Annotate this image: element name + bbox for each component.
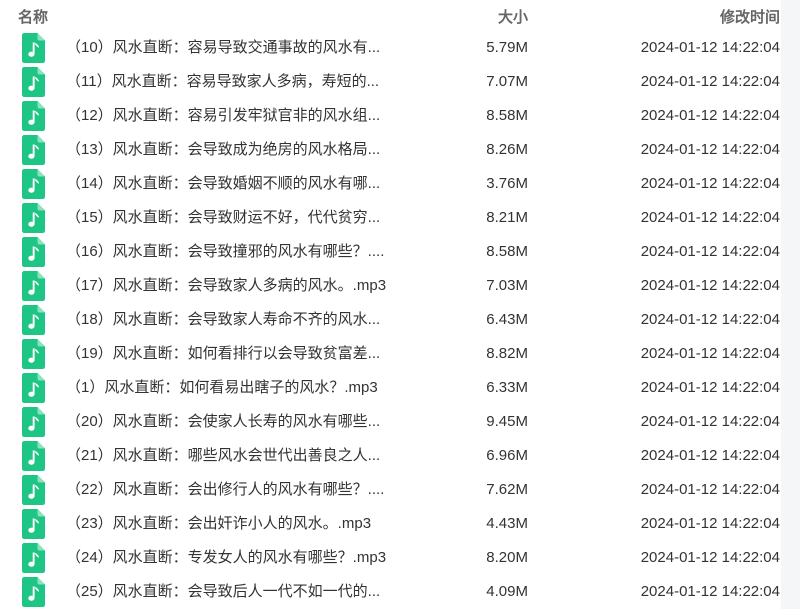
file-row[interactable]: （20）风水直断：会使家人长寿的风水有哪些... 9.45M 2024-01-1… <box>0 405 781 439</box>
file-name[interactable]: （12）风水直断：容易引发牢狱官非的风水组... <box>66 106 380 126</box>
file-size: 7.03M <box>486 277 528 294</box>
file-list-header: 名称 大小 修改时间 <box>0 0 781 31</box>
file-row[interactable]: （1）风水直断：如何看易出瞎子的风水？.mp3 6.33M 2024-01-12… <box>0 371 781 405</box>
file-list: （10）风水直断：容易导致交通事故的风水有... 5.79M 2024-01-1… <box>0 31 781 609</box>
file-name[interactable]: （18）风水直断：会导致家人寿命不齐的风水... <box>66 310 380 330</box>
file-row[interactable]: （12）风水直断：容易引发牢狱官非的风水组... 8.58M 2024-01-1… <box>0 99 781 133</box>
file-size: 8.58M <box>486 243 528 260</box>
file-modified-time: 2024-01-12 14:22:04 <box>640 549 780 566</box>
file-size: 8.20M <box>486 549 528 566</box>
file-modified-time: 2024-01-12 14:22:04 <box>640 481 780 498</box>
file-modified-time: 2024-01-12 14:22:04 <box>640 311 780 328</box>
file-name[interactable]: （16）风水直断：会导致撞邪的风水有哪些？.... <box>66 242 384 262</box>
file-modified-time: 2024-01-12 14:22:04 <box>640 39 780 56</box>
audio-file-icon <box>22 441 45 471</box>
file-modified-time: 2024-01-12 14:22:04 <box>640 583 780 600</box>
audio-file-icon <box>22 373 45 403</box>
file-modified-time: 2024-01-12 14:22:04 <box>640 379 780 396</box>
file-size: 6.43M <box>486 311 528 328</box>
file-modified-time: 2024-01-12 14:22:04 <box>640 141 780 158</box>
audio-file-icon <box>22 577 45 607</box>
audio-file-icon <box>22 305 45 335</box>
file-size: 5.79M <box>486 39 528 56</box>
column-header-name[interactable]: 名称 <box>18 8 48 28</box>
file-size: 7.62M <box>486 481 528 498</box>
file-row[interactable]: （23）风水直断：会出奸诈小人的风水。.mp3 4.43M 2024-01-12… <box>0 507 781 541</box>
file-name[interactable]: （14）风水直断：会导致婚姻不顺的风水有哪... <box>66 174 380 194</box>
file-size: 8.26M <box>486 141 528 158</box>
file-size: 6.96M <box>486 447 528 464</box>
audio-file-icon <box>22 543 45 573</box>
audio-file-icon <box>22 135 45 165</box>
file-modified-time: 2024-01-12 14:22:04 <box>640 243 780 260</box>
audio-file-icon <box>22 101 45 131</box>
file-modified-time: 2024-01-12 14:22:04 <box>640 277 780 294</box>
file-size: 4.09M <box>486 583 528 600</box>
file-modified-time: 2024-01-12 14:22:04 <box>640 175 780 192</box>
file-size: 6.33M <box>486 379 528 396</box>
audio-file-icon <box>22 237 45 267</box>
column-header-size[interactable]: 大小 <box>498 8 528 28</box>
file-name[interactable]: （20）风水直断：会使家人长寿的风水有哪些... <box>66 412 380 432</box>
file-row[interactable]: （14）风水直断：会导致婚姻不顺的风水有哪... 3.76M 2024-01-1… <box>0 167 781 201</box>
file-size: 8.21M <box>486 209 528 226</box>
file-name[interactable]: （10）风水直断：容易导致交通事故的风水有... <box>66 38 380 58</box>
file-name[interactable]: （17）风水直断：会导致家人多病的风水。.mp3 <box>66 276 386 296</box>
file-row[interactable]: （24）风水直断：专发女人的风水有哪些？.mp3 8.20M 2024-01-1… <box>0 541 781 575</box>
file-modified-time: 2024-01-12 14:22:04 <box>640 73 780 90</box>
file-row[interactable]: （25）风水直断：会导致后人一代不如一代的... 4.09M 2024-01-1… <box>0 575 781 609</box>
audio-file-icon <box>22 407 45 437</box>
file-size: 7.07M <box>486 73 528 90</box>
file-name[interactable]: （11）风水直断：容易导致家人多病，寿短的... <box>66 72 379 92</box>
file-size: 9.45M <box>486 413 528 430</box>
file-modified-time: 2024-01-12 14:22:04 <box>640 413 780 430</box>
file-modified-time: 2024-01-12 14:22:04 <box>640 107 780 124</box>
file-name[interactable]: （23）风水直断：会出奸诈小人的风水。.mp3 <box>66 514 371 534</box>
audio-file-icon <box>22 339 45 369</box>
audio-file-icon <box>22 169 45 199</box>
audio-file-icon <box>22 475 45 505</box>
file-row[interactable]: （15）风水直断：会导致财运不好，代代贫穷... 8.21M 2024-01-1… <box>0 201 781 235</box>
file-name[interactable]: （21）风水直断：哪些风水会世代出善良之人... <box>66 446 380 466</box>
file-list-panel: 名称 大小 修改时间 （10）风水直断：容易导致交通事故的风水有... 5.79… <box>0 0 781 609</box>
file-size: 3.76M <box>486 175 528 192</box>
file-row[interactable]: （18）风水直断：会导致家人寿命不齐的风水... 6.43M 2024-01-1… <box>0 303 781 337</box>
file-row[interactable]: （16）风水直断：会导致撞邪的风水有哪些？.... 8.58M 2024-01-… <box>0 235 781 269</box>
file-row[interactable]: （13）风水直断：会导致成为绝房的风水格局... 8.26M 2024-01-1… <box>0 133 781 167</box>
file-name[interactable]: （19）风水直断：如何看排行以会导致贫富差... <box>66 344 380 364</box>
audio-file-icon <box>22 33 45 63</box>
file-row[interactable]: （21）风水直断：哪些风水会世代出善良之人... 6.96M 2024-01-1… <box>0 439 781 473</box>
audio-file-icon <box>22 509 45 539</box>
file-name[interactable]: （25）风水直断：会导致后人一代不如一代的... <box>66 582 380 602</box>
file-modified-time: 2024-01-12 14:22:04 <box>640 345 780 362</box>
file-row[interactable]: （22）风水直断：会出修行人的风水有哪些？.... 7.62M 2024-01-… <box>0 473 781 507</box>
audio-file-icon <box>22 67 45 97</box>
file-name[interactable]: （22）风水直断：会出修行人的风水有哪些？.... <box>66 480 384 500</box>
file-row[interactable]: （19）风水直断：如何看排行以会导致贫富差... 8.82M 2024-01-1… <box>0 337 781 371</box>
file-modified-time: 2024-01-12 14:22:04 <box>640 209 780 226</box>
file-name[interactable]: （15）风水直断：会导致财运不好，代代贫穷... <box>66 208 380 228</box>
file-name[interactable]: （13）风水直断：会导致成为绝房的风水格局... <box>66 140 380 160</box>
file-modified-time: 2024-01-12 14:22:04 <box>640 515 780 532</box>
file-row[interactable]: （11）风水直断：容易导致家人多病，寿短的... 7.07M 2024-01-1… <box>0 65 781 99</box>
file-size: 4.43M <box>486 515 528 532</box>
file-row[interactable]: （10）风水直断：容易导致交通事故的风水有... 5.79M 2024-01-1… <box>0 31 781 65</box>
file-name[interactable]: （1）风水直断：如何看易出瞎子的风水？.mp3 <box>66 378 378 398</box>
file-row[interactable]: （17）风水直断：会导致家人多病的风水。.mp3 7.03M 2024-01-1… <box>0 269 781 303</box>
file-size: 8.82M <box>486 345 528 362</box>
audio-file-icon <box>22 271 45 301</box>
column-header-modified-time[interactable]: 修改时间 <box>720 8 780 28</box>
file-size: 8.58M <box>486 107 528 124</box>
file-modified-time: 2024-01-12 14:22:04 <box>640 447 780 464</box>
audio-file-icon <box>22 203 45 233</box>
file-name[interactable]: （24）风水直断：专发女人的风水有哪些？.mp3 <box>66 548 386 568</box>
